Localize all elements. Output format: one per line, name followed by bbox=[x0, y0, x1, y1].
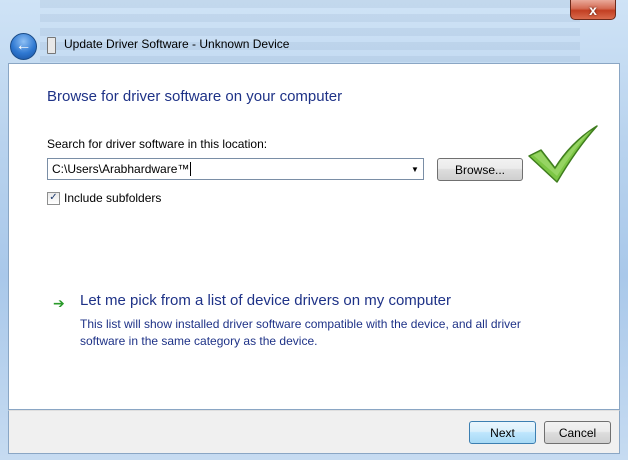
close-button[interactable]: x bbox=[570, 0, 616, 20]
close-icon: x bbox=[589, 1, 597, 18]
include-subfolders-label: Include subfolders bbox=[64, 191, 162, 205]
button-bar: Next Cancel bbox=[8, 410, 620, 454]
back-button[interactable]: ← bbox=[10, 33, 37, 60]
window-frame: x ← Update Driver Software - Unknown Dev… bbox=[0, 0, 628, 460]
green-checkmark-icon bbox=[528, 125, 598, 183]
green-arrow-icon: ➔ bbox=[53, 295, 65, 311]
text-caret bbox=[190, 162, 192, 177]
location-input-wrap: C:\Users\Arabhardware™ bbox=[48, 162, 407, 177]
pick-link-title[interactable]: Let me pick from a list of device driver… bbox=[80, 292, 451, 309]
pick-link-description: This list will show installed driver sof… bbox=[80, 317, 521, 348]
location-label: Search for driver software in this locat… bbox=[47, 137, 268, 151]
next-button[interactable]: Next bbox=[469, 421, 536, 444]
usb-device-icon bbox=[47, 37, 56, 54]
wizard-content: Browse for driver software on your compu… bbox=[8, 63, 620, 410]
title-bar-glass bbox=[40, 0, 580, 62]
browse-button[interactable]: Browse... bbox=[437, 158, 523, 181]
back-arrow-icon: ← bbox=[15, 37, 32, 54]
include-subfolders-row[interactable]: ✓ Include subfolders bbox=[47, 191, 161, 205]
page-heading: Browse for driver software on your compu… bbox=[47, 88, 343, 105]
dropdown-arrow-icon[interactable]: ▼ bbox=[407, 165, 423, 174]
window-title: Update Driver Software - Unknown Device bbox=[64, 37, 290, 51]
cancel-button[interactable]: Cancel bbox=[544, 421, 611, 444]
location-input[interactable]: C:\Users\Arabhardware™ bbox=[52, 162, 189, 176]
location-combobox[interactable]: C:\Users\Arabhardware™ ▼ bbox=[47, 158, 424, 180]
include-subfolders-checkbox[interactable]: ✓ bbox=[47, 191, 60, 205]
